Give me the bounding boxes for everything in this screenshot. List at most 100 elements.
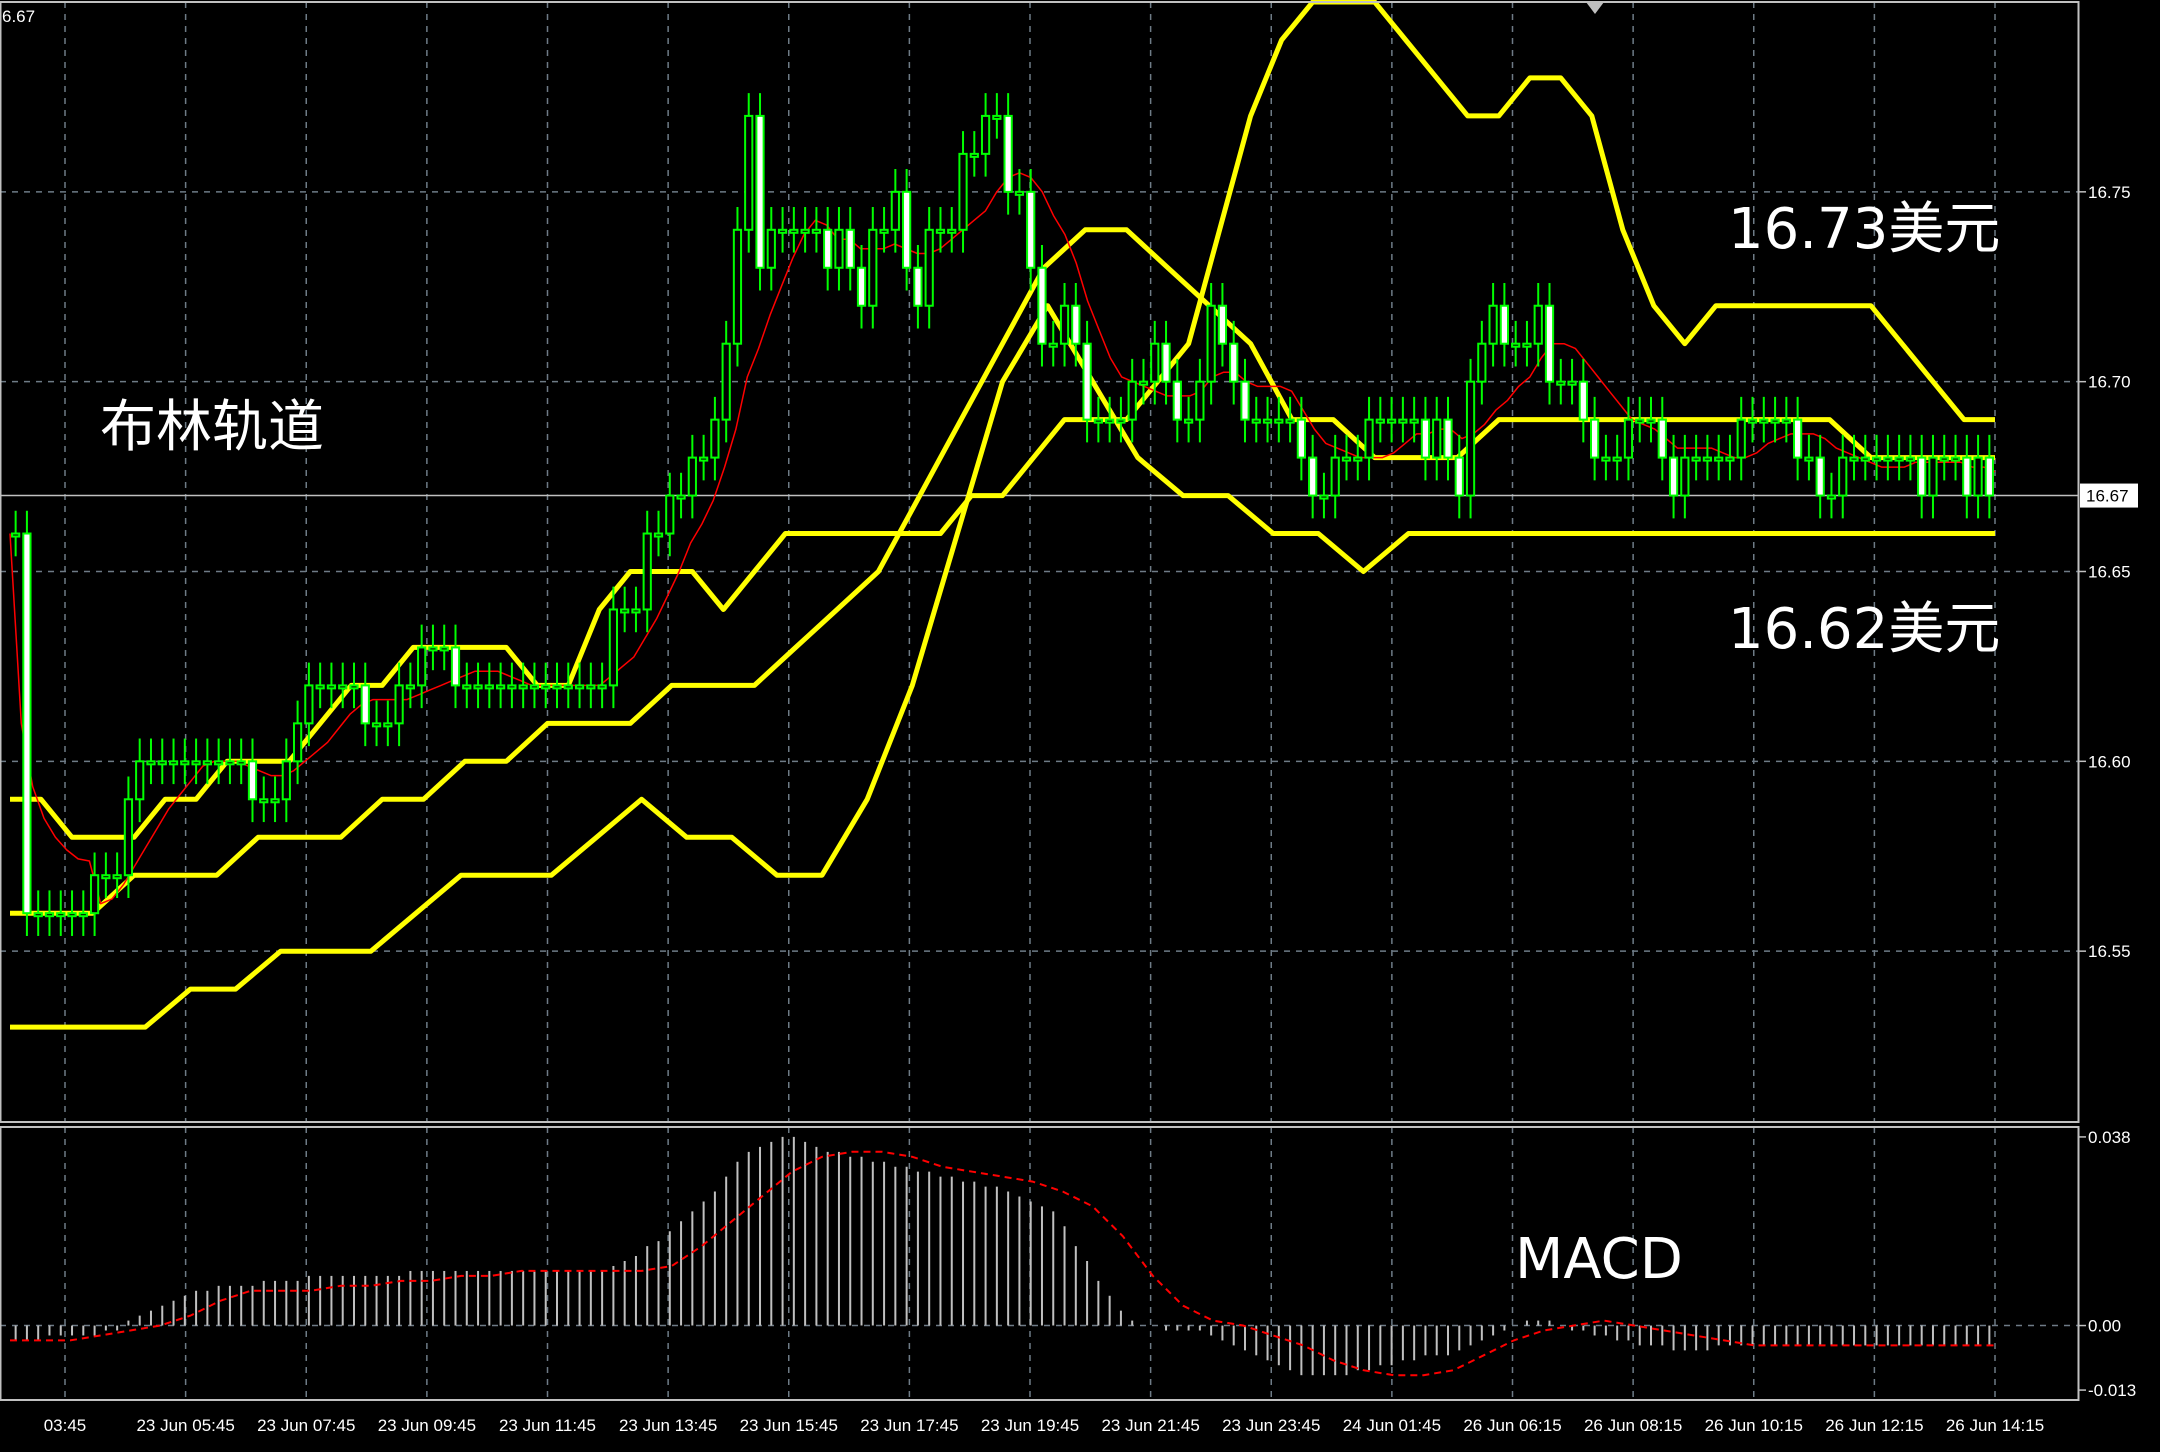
candle-body — [653, 532, 664, 538]
candle-body — [529, 684, 540, 690]
candle-body — [890, 190, 900, 231]
lower-band-price-annotation: 16.62美元 — [1728, 597, 2001, 662]
top-left-price-label: 6.67 — [2, 7, 35, 26]
candle-body — [1375, 418, 1385, 424]
candle-body — [1533, 304, 1543, 345]
candle-body — [1917, 456, 1927, 497]
candle-body — [574, 684, 585, 690]
candle-body — [1567, 380, 1577, 386]
candle-body — [1274, 418, 1284, 424]
candle-body — [11, 532, 21, 538]
candle-body — [1465, 380, 1476, 497]
candle-body — [417, 646, 427, 687]
candle-body — [1668, 456, 1679, 497]
candle-body — [496, 684, 506, 690]
candle-body — [1229, 342, 1239, 383]
candle-body — [1420, 418, 1431, 459]
candle-body — [1341, 456, 1352, 462]
time-tick-label: 23 Jun 21:45 — [1101, 1416, 1199, 1435]
candle-body — [1759, 418, 1769, 424]
candle-body — [1499, 304, 1509, 345]
candle-body — [552, 684, 562, 690]
candle-body — [1984, 456, 1994, 497]
price-tick-label: 16.55 — [2088, 942, 2131, 961]
candle-body — [1894, 456, 1904, 462]
candle-body — [631, 608, 641, 614]
candle-body — [191, 760, 201, 766]
candle-body — [1702, 456, 1713, 462]
candle-body — [1793, 418, 1803, 459]
candle-body — [462, 684, 472, 690]
candle-body — [112, 874, 122, 880]
candle-body — [1014, 190, 1025, 196]
candle-body — [270, 798, 280, 804]
candle-body — [1172, 380, 1182, 421]
candle-body — [811, 228, 822, 234]
candle-body — [405, 684, 415, 690]
candle-body — [1928, 456, 1938, 497]
candle-body — [281, 760, 291, 801]
candle-body — [1657, 418, 1667, 459]
candle-body — [710, 418, 720, 459]
candle-body — [507, 684, 517, 690]
candle-body — [721, 342, 731, 421]
candle-body — [56, 912, 66, 918]
candle-body — [1747, 418, 1758, 424]
candle-body — [1240, 380, 1250, 421]
candle-body — [1635, 418, 1645, 424]
time-tick-label: 26 Jun 06:15 — [1463, 1416, 1561, 1435]
macd-tick-label: 0.038 — [2088, 1128, 2131, 1147]
candle-body — [1578, 380, 1588, 421]
candle-body — [1262, 418, 1273, 424]
time-tick-label: 26 Jun 10:15 — [1705, 1416, 1803, 1435]
candle-body — [1488, 304, 1498, 345]
candle-body — [78, 912, 88, 918]
time-tick-label: 23 Jun 19:45 — [981, 1416, 1079, 1435]
candle-body — [304, 684, 314, 725]
candle-body — [1691, 456, 1701, 462]
candle-body — [1150, 342, 1160, 383]
candle-body — [450, 646, 461, 687]
candle-body — [22, 532, 32, 915]
macd-title: MACD — [1515, 1227, 1683, 1292]
candle-body — [1432, 418, 1442, 459]
time-tick-label: 23 Jun 13:45 — [619, 1416, 717, 1435]
time-tick-label: 23 Jun 15:45 — [740, 1416, 838, 1435]
time-tick-label: 23 Jun 11:45 — [499, 1416, 596, 1435]
candle-body — [1093, 418, 1103, 424]
candle-body — [868, 228, 878, 307]
candle-body — [259, 798, 269, 804]
candle-body — [44, 912, 55, 918]
candle-body — [1285, 418, 1295, 424]
candle-body — [225, 760, 235, 766]
candle-body — [1939, 456, 1949, 462]
candle-body — [1680, 456, 1690, 497]
candle-body — [1905, 456, 1916, 462]
time-tick-label: 23 Jun 05:45 — [136, 1416, 234, 1435]
candle-body — [1082, 342, 1092, 421]
candle-body — [834, 228, 844, 269]
candle-body — [1195, 380, 1205, 421]
candle-body — [247, 760, 258, 801]
candle-body — [1037, 266, 1047, 345]
candle-body — [687, 456, 697, 497]
candle-body — [371, 722, 382, 728]
candle-body — [1364, 418, 1374, 459]
candle-body — [135, 760, 145, 801]
candle-body — [326, 684, 337, 690]
candle-body — [608, 608, 619, 687]
candle-body — [969, 152, 979, 158]
candle-body — [1477, 342, 1487, 383]
candle-body — [541, 684, 551, 690]
candle-body — [1116, 418, 1126, 424]
candle-body — [902, 190, 912, 269]
candle-body — [1319, 494, 1329, 500]
candle-body — [360, 684, 370, 725]
candle-body — [1612, 456, 1622, 462]
candle-body — [1105, 418, 1115, 424]
time-tick-label: 24 Jun 01:45 — [1343, 1416, 1441, 1435]
candle-body — [1443, 418, 1453, 459]
candle-body — [924, 228, 934, 307]
candle-body — [1071, 304, 1081, 345]
candle-body — [1781, 418, 1791, 424]
